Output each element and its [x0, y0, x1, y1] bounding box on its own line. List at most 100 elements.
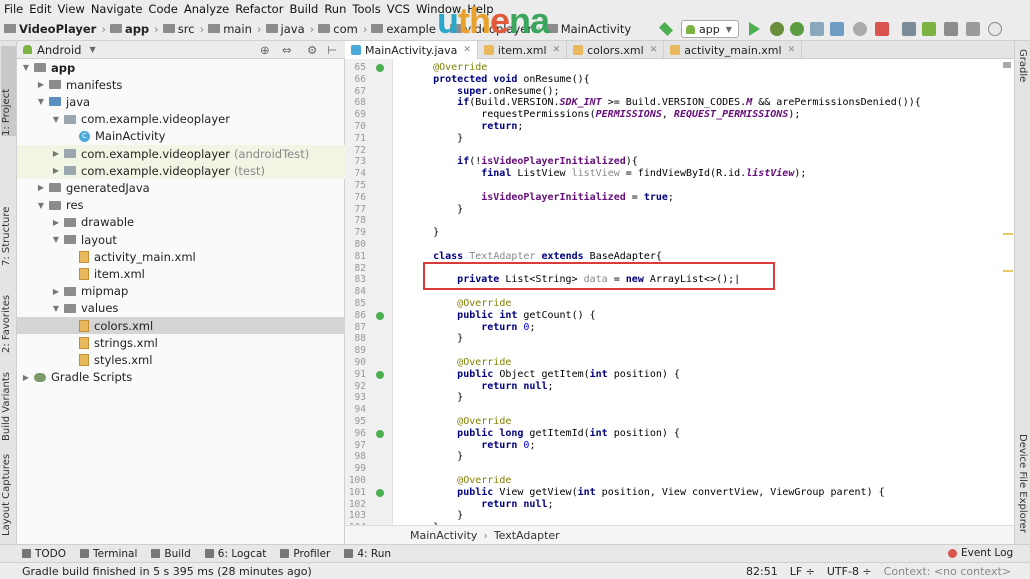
tool-window-terminal[interactable]: Terminal: [80, 548, 137, 560]
tree-item[interactable]: ▼ layout: [17, 231, 345, 248]
expanded-arrow-icon[interactable]: ▼: [51, 304, 61, 313]
tool-window-build[interactable]: Build: [151, 548, 191, 560]
collapsed-arrow-icon[interactable]: ▶: [51, 149, 61, 158]
gear-icon[interactable]: ⚙: [307, 43, 317, 57]
tree-item[interactable]: colors.xml: [17, 317, 345, 334]
tree-item[interactable]: ▼ java: [17, 93, 345, 110]
editor-tab[interactable]: item.xml ✕: [478, 41, 568, 59]
override-marker-icon[interactable]: [376, 488, 384, 497]
line-separator[interactable]: LF ÷: [790, 565, 815, 578]
menu-edit[interactable]: Edit: [29, 2, 51, 16]
breadcrumb-textadapter[interactable]: TextAdapter: [494, 529, 560, 542]
code-editor[interactable]: @Override protected void onResume(){ sup…: [393, 59, 1014, 533]
tree-item[interactable]: ▶ com.example.videoplayer (androidTest): [17, 145, 345, 162]
stripe-tab-build-variants[interactable]: Build Variants: [1, 346, 16, 441]
tree-item[interactable]: ▼ app: [17, 59, 345, 76]
editor-tab[interactable]: activity_main.xml ✕: [664, 41, 803, 59]
breadcrumb-item[interactable]: example ›: [371, 22, 446, 36]
editor-tab[interactable]: colors.xml ✕: [567, 41, 665, 59]
project-structure-icon[interactable]: [944, 22, 958, 36]
editor-tab[interactable]: MainActivity.java ✕: [345, 41, 478, 59]
breadcrumb-item[interactable]: java ›: [265, 22, 314, 36]
tree-item[interactable]: ▼ res: [17, 197, 345, 214]
tree-item[interactable]: styles.xml: [17, 351, 345, 368]
avd-manager-icon[interactable]: [902, 22, 916, 36]
stripe-tab-structure[interactable]: 7: Structure: [1, 176, 16, 266]
collapsed-arrow-icon[interactable]: ▶: [51, 287, 61, 296]
breadcrumb-item[interactable]: app ›: [109, 22, 159, 36]
profile-icon[interactable]: [810, 22, 824, 36]
caret-position[interactable]: 82:51: [746, 565, 778, 578]
stripe-tab-gradle[interactable]: Gradle: [1017, 49, 1028, 82]
collapsed-arrow-icon[interactable]: ▶: [51, 218, 61, 227]
context-indicator[interactable]: Context: <no context>: [884, 565, 1011, 578]
expanded-arrow-icon[interactable]: ▼: [51, 115, 61, 124]
attach-debugger-icon[interactable]: [830, 22, 844, 36]
run-config-select[interactable]: app ▼: [681, 20, 739, 38]
close-icon[interactable]: ✕: [788, 45, 796, 55]
override-marker-icon[interactable]: [376, 64, 384, 72]
breadcrumb-mainactivity[interactable]: MainActivity: [410, 529, 477, 542]
collapsed-arrow-icon[interactable]: ▶: [51, 166, 61, 175]
project-view-selector[interactable]: Android: [37, 43, 81, 57]
collapsed-arrow-icon[interactable]: ▶: [21, 373, 31, 382]
menu-tools[interactable]: Tools: [352, 2, 380, 16]
tree-item[interactable]: activity_main.xml: [17, 248, 345, 265]
menu-refactor[interactable]: Refactor: [235, 2, 283, 16]
menu-analyze[interactable]: Analyze: [184, 2, 229, 16]
status-message[interactable]: Gradle build finished in 5 s 395 ms (28 …: [0, 565, 312, 578]
tool-window-logcat[interactable]: 6: Logcat: [204, 548, 266, 560]
breadcrumb-item[interactable]: main ›: [208, 22, 262, 36]
breadcrumb-item[interactable]: MainActivity: [545, 22, 631, 36]
chevron-down-icon[interactable]: ▼: [89, 45, 95, 54]
expanded-arrow-icon[interactable]: ▼: [51, 235, 61, 244]
stripe-tab-layout-captures[interactable]: Layout Captures: [1, 441, 16, 536]
tree-item[interactable]: ▶ Gradle Scripts: [17, 369, 345, 386]
close-icon[interactable]: ✕: [650, 45, 658, 55]
tree-item[interactable]: ▶ generatedJava: [17, 179, 345, 196]
sync-icon[interactable]: [853, 22, 867, 36]
stripe-tab-project[interactable]: 1: Project: [1, 46, 16, 136]
apply-changes-icon[interactable]: [770, 22, 784, 36]
debug-icon[interactable]: [790, 22, 804, 36]
menu-vcs[interactable]: VCS: [387, 2, 410, 16]
hide-panel-icon[interactable]: ⊢: [327, 43, 337, 57]
tree-item[interactable]: strings.xml: [17, 334, 345, 351]
close-icon[interactable]: ✕: [463, 45, 471, 55]
close-icon[interactable]: ✕: [553, 45, 561, 55]
menu-file[interactable]: File: [4, 2, 23, 16]
search-icon[interactable]: [988, 22, 1002, 36]
tree-item[interactable]: C MainActivity: [17, 128, 345, 145]
layout-inspector-icon[interactable]: [966, 22, 980, 36]
run-icon[interactable]: [749, 22, 760, 36]
collapse-all-icon[interactable]: ⇔: [282, 43, 292, 57]
override-marker-icon[interactable]: [376, 370, 384, 379]
menu-code[interactable]: Code: [148, 2, 177, 16]
tree-item[interactable]: ▶ drawable: [17, 214, 345, 231]
breadcrumb-item[interactable]: VideoPlayer ›: [4, 22, 106, 36]
tree-item[interactable]: ▼ com.example.videoplayer: [17, 111, 345, 128]
stripe-tab-device-file-explorer[interactable]: Device File Explorer: [1017, 434, 1028, 533]
stripe-tab-favorites[interactable]: 2: Favorites: [1, 263, 16, 353]
override-marker-icon[interactable]: [376, 429, 384, 438]
event-log-button[interactable]: Event Log: [948, 544, 1013, 562]
tree-item[interactable]: ▶ mipmap: [17, 283, 345, 300]
sync-scroll-icon[interactable]: ⊕: [260, 43, 270, 57]
tree-item[interactable]: ▶ com.example.videoplayer (test): [17, 162, 345, 180]
tool-window-profiler[interactable]: Profiler: [280, 548, 330, 560]
collapsed-arrow-icon[interactable]: ▶: [36, 80, 46, 89]
tree-item[interactable]: ▶ manifests: [17, 76, 345, 93]
expanded-arrow-icon[interactable]: ▼: [21, 63, 31, 72]
expanded-arrow-icon[interactable]: ▼: [36, 97, 46, 106]
menu-build[interactable]: Build: [289, 2, 318, 16]
sdk-manager-icon[interactable]: [922, 22, 936, 36]
menu-view[interactable]: View: [58, 2, 85, 16]
breadcrumb-item[interactable]: com ›: [318, 22, 367, 36]
breadcrumb-item[interactable]: src ›: [162, 22, 204, 36]
menu-run[interactable]: Run: [324, 2, 346, 16]
tree-item[interactable]: ▼ values: [17, 300, 345, 317]
override-marker-icon[interactable]: [376, 311, 384, 320]
collapsed-arrow-icon[interactable]: ▶: [36, 183, 46, 192]
menu-navigate[interactable]: Navigate: [91, 2, 143, 16]
stop-icon[interactable]: [875, 22, 889, 36]
